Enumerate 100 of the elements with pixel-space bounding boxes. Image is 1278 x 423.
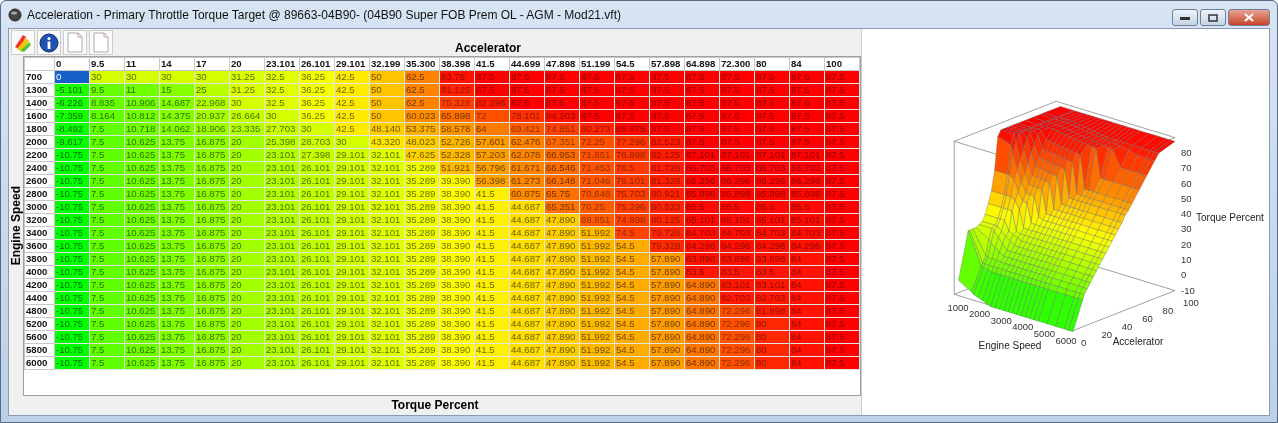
axis-tick-label: 50 bbox=[1181, 192, 1192, 204]
table-cell: 87.5 bbox=[754, 122, 790, 136]
column-header: 17 bbox=[194, 57, 230, 71]
table-cell: 23.101 bbox=[264, 200, 300, 214]
table-cell: 29.101 bbox=[334, 330, 370, 344]
axis-tick-label: 0 bbox=[1081, 336, 1087, 348]
table-cell: 35.289 bbox=[404, 226, 440, 240]
table-cell: 82.296 bbox=[474, 96, 510, 110]
axis-tick-label: 6000 bbox=[1055, 334, 1077, 346]
toolbar-button[interactable] bbox=[37, 30, 61, 55]
table-cell: 87.101 bbox=[754, 148, 790, 162]
axis-tick-label: 100 bbox=[1183, 296, 1199, 308]
axis-title: Accelerator bbox=[1112, 336, 1164, 347]
table-cell: -10.75 bbox=[54, 330, 90, 344]
row-axis-label: Engine Speed bbox=[9, 186, 23, 266]
table-cell: 41.5 bbox=[474, 278, 510, 292]
table-cell: 10.625 bbox=[124, 200, 160, 214]
table-cell: 87.5 bbox=[684, 70, 720, 84]
table-cell: 22.968 bbox=[194, 96, 230, 110]
table-cell: 10.906 bbox=[124, 96, 160, 110]
table-cell: 57.203 bbox=[474, 148, 510, 162]
column-header: 64.898 bbox=[684, 57, 720, 71]
table-cell: 10.625 bbox=[124, 278, 160, 292]
column-header: 47.898 bbox=[544, 57, 580, 71]
table-cell: 85.5 bbox=[754, 200, 790, 214]
table-cell: -10.75 bbox=[54, 148, 90, 162]
table-cell: 10.625 bbox=[124, 148, 160, 162]
axis-tick-label: 80 bbox=[1181, 146, 1192, 158]
table-cell: 47.890 bbox=[544, 252, 580, 266]
column-header: 9.5 bbox=[89, 57, 125, 71]
axis-tick-label: 70 bbox=[1181, 162, 1192, 174]
table-cell: 29.101 bbox=[334, 174, 370, 188]
axis-tick-label: 60 bbox=[1142, 312, 1153, 324]
table-cell: 87.5 bbox=[754, 70, 790, 84]
table-cell: 84.703 bbox=[684, 226, 720, 240]
table-cell: 41.5 bbox=[474, 226, 510, 240]
value-axis-label: Torque Percent bbox=[390, 397, 480, 414]
table-cell: 54.5 bbox=[614, 252, 650, 266]
table-cell: 74.5 bbox=[614, 226, 650, 240]
restore-icon bbox=[1208, 13, 1218, 22]
table-cell: 64.890 bbox=[684, 330, 720, 344]
table-cell: 66.953 bbox=[544, 148, 580, 162]
axis-tick-label: 30 bbox=[1181, 223, 1192, 235]
table-cell: 23.101 bbox=[264, 278, 300, 292]
table-cell: 64.890 bbox=[684, 278, 720, 292]
table-cell: 35.289 bbox=[404, 278, 440, 292]
table-cell: 10.625 bbox=[124, 226, 160, 240]
close-icon bbox=[1244, 13, 1254, 22]
table-cell: 87.101 bbox=[684, 148, 720, 162]
axis-tick-label: 2000 bbox=[969, 308, 991, 320]
table-cell: 18.906 bbox=[194, 122, 230, 136]
table-cell: 87.5 bbox=[614, 70, 650, 84]
table-cell: 27.703 bbox=[264, 122, 300, 136]
table-cell: 30 bbox=[124, 70, 160, 84]
app-icon bbox=[8, 7, 22, 22]
table-cell: -10.75 bbox=[54, 200, 90, 214]
table-cell: 87.5 bbox=[684, 96, 720, 110]
table-cell: 81.898 bbox=[754, 304, 790, 318]
table-cell: -10.75 bbox=[54, 174, 90, 188]
table-cell: 10.625 bbox=[124, 304, 160, 318]
axis-tick-label: 5000 bbox=[1033, 328, 1055, 339]
table-cell: 29.101 bbox=[334, 200, 370, 214]
table-cell: 64 bbox=[474, 122, 510, 136]
palette-icon bbox=[13, 32, 33, 53]
table-cell: 62.5 bbox=[404, 70, 440, 84]
table-cell: 35.289 bbox=[404, 252, 440, 266]
table-cell: 87.5 bbox=[474, 70, 510, 84]
column-header: 38.398 bbox=[439, 57, 475, 71]
info-icon bbox=[39, 32, 59, 53]
table-cell: 16.875 bbox=[194, 304, 230, 318]
axis-tick-label: 80 bbox=[1162, 304, 1174, 316]
table-cell: 65.351 bbox=[544, 200, 580, 214]
table-cell: 35.289 bbox=[404, 200, 440, 214]
column-header: 80 bbox=[754, 57, 790, 71]
table-cell: 35.289 bbox=[404, 304, 440, 318]
table-cell: 53.375 bbox=[404, 122, 440, 136]
axis-tick-label: 60 bbox=[1181, 177, 1192, 189]
axis-title: Torque Percent bbox=[1196, 212, 1264, 223]
table-cell: 76.101 bbox=[614, 174, 650, 188]
table-cell: 10.625 bbox=[124, 330, 160, 344]
close-button[interactable] bbox=[1228, 9, 1270, 26]
column-header: 57.898 bbox=[649, 57, 685, 71]
table-cell: 41.5 bbox=[474, 330, 510, 344]
axis-tick-label: 4000 bbox=[1012, 321, 1034, 333]
table-cell: 29.101 bbox=[334, 148, 370, 162]
minimize-icon bbox=[1180, 15, 1190, 20]
column-header: 0 bbox=[54, 57, 90, 71]
table-cell: 86.296 bbox=[684, 174, 720, 188]
column-header: 29.101 bbox=[334, 57, 370, 71]
minimize-button[interactable] bbox=[1172, 9, 1198, 26]
axis-title: Engine Speed bbox=[978, 340, 1042, 351]
table-cell: 29.101 bbox=[334, 226, 370, 240]
table-cell: 84.703 bbox=[754, 226, 790, 240]
table-cell: 86.296 bbox=[754, 174, 790, 188]
table-cell: 23.101 bbox=[264, 148, 300, 162]
table-cell: 10.625 bbox=[124, 252, 160, 266]
table-cell: 16.875 bbox=[194, 278, 230, 292]
table-cell: 29.101 bbox=[334, 252, 370, 266]
maximize-button[interactable] bbox=[1200, 9, 1226, 26]
table-cell: -8.492 bbox=[54, 122, 90, 136]
